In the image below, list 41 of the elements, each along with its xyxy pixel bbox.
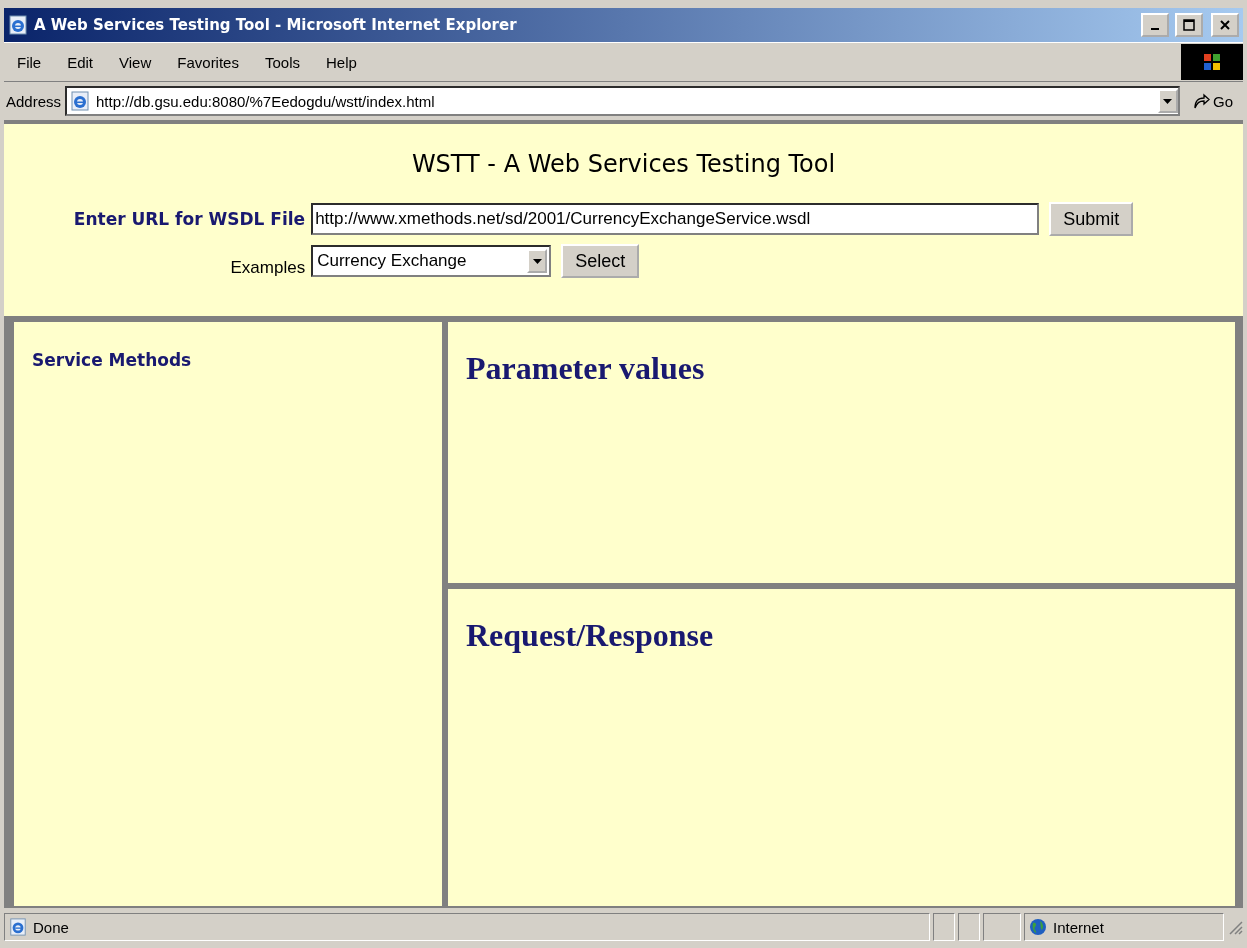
address-label: Address <box>6 92 62 110</box>
select-button[interactable]: Select <box>561 244 640 278</box>
address-field[interactable]: http://db.gsu.edu:8080/%7Eedogdu/wstt/index.html <box>65 86 1180 116</box>
status-pane <box>958 913 980 941</box>
windows-flag-icon <box>1201 51 1223 73</box>
dropdown-button[interactable] <box>527 249 548 273</box>
window-title: A Web Services Testing Tool - Microsoft Internet Explorer <box>34 16 518 34</box>
menu-item[interactable]: View <box>106 53 165 71</box>
browser-icon <box>8 15 28 35</box>
examples-select[interactable]: Currency Exchange <box>311 245 552 277</box>
browser-icon <box>9 918 27 936</box>
submit-button[interactable]: Submit <box>1049 202 1134 236</box>
menu-item[interactable]: Edit <box>54 53 107 71</box>
maximize-icon <box>1183 19 1195 31</box>
examples-label: Examples <box>230 258 306 278</box>
frame-heading: Parameter values <box>466 350 706 387</box>
close-icon <box>1219 19 1231 31</box>
dropdown-button[interactable] <box>1158 89 1178 113</box>
close-button[interactable] <box>1211 13 1239 37</box>
menu-item[interactable]: Help <box>313 53 370 71</box>
maximize-button[interactable] <box>1175 13 1203 37</box>
caret-icon <box>1163 98 1173 104</box>
arrow-icon <box>1192 92 1210 110</box>
status-pane <box>933 913 955 941</box>
browser-icon <box>70 91 91 111</box>
menu-item[interactable]: Favorites <box>164 53 252 71</box>
minimize-icon <box>1151 28 1159 30</box>
frame-title: Service Methods <box>32 350 193 370</box>
frame-heading: Request/Response <box>466 616 715 654</box>
zone-text: Internet <box>1053 918 1104 936</box>
menu-item[interactable]: Tools <box>251 53 313 71</box>
page-heading: WSTT - A Web Services Testing Tool <box>411 150 836 178</box>
status-pane <box>983 913 1021 941</box>
minimize-button[interactable] <box>1141 13 1169 37</box>
url-label: Enter URL for WSDL File <box>73 209 306 229</box>
menu-item[interactable]: File <box>4 53 55 71</box>
url-field[interactable]: http://www.xmethods.net/sd/2001/CurrencyExchangeService.wsdl <box>311 203 1040 235</box>
resize-grip-icon <box>1227 919 1243 935</box>
status-text: Done <box>33 918 69 936</box>
caret-icon <box>532 258 542 264</box>
globe-icon <box>1029 918 1047 936</box>
